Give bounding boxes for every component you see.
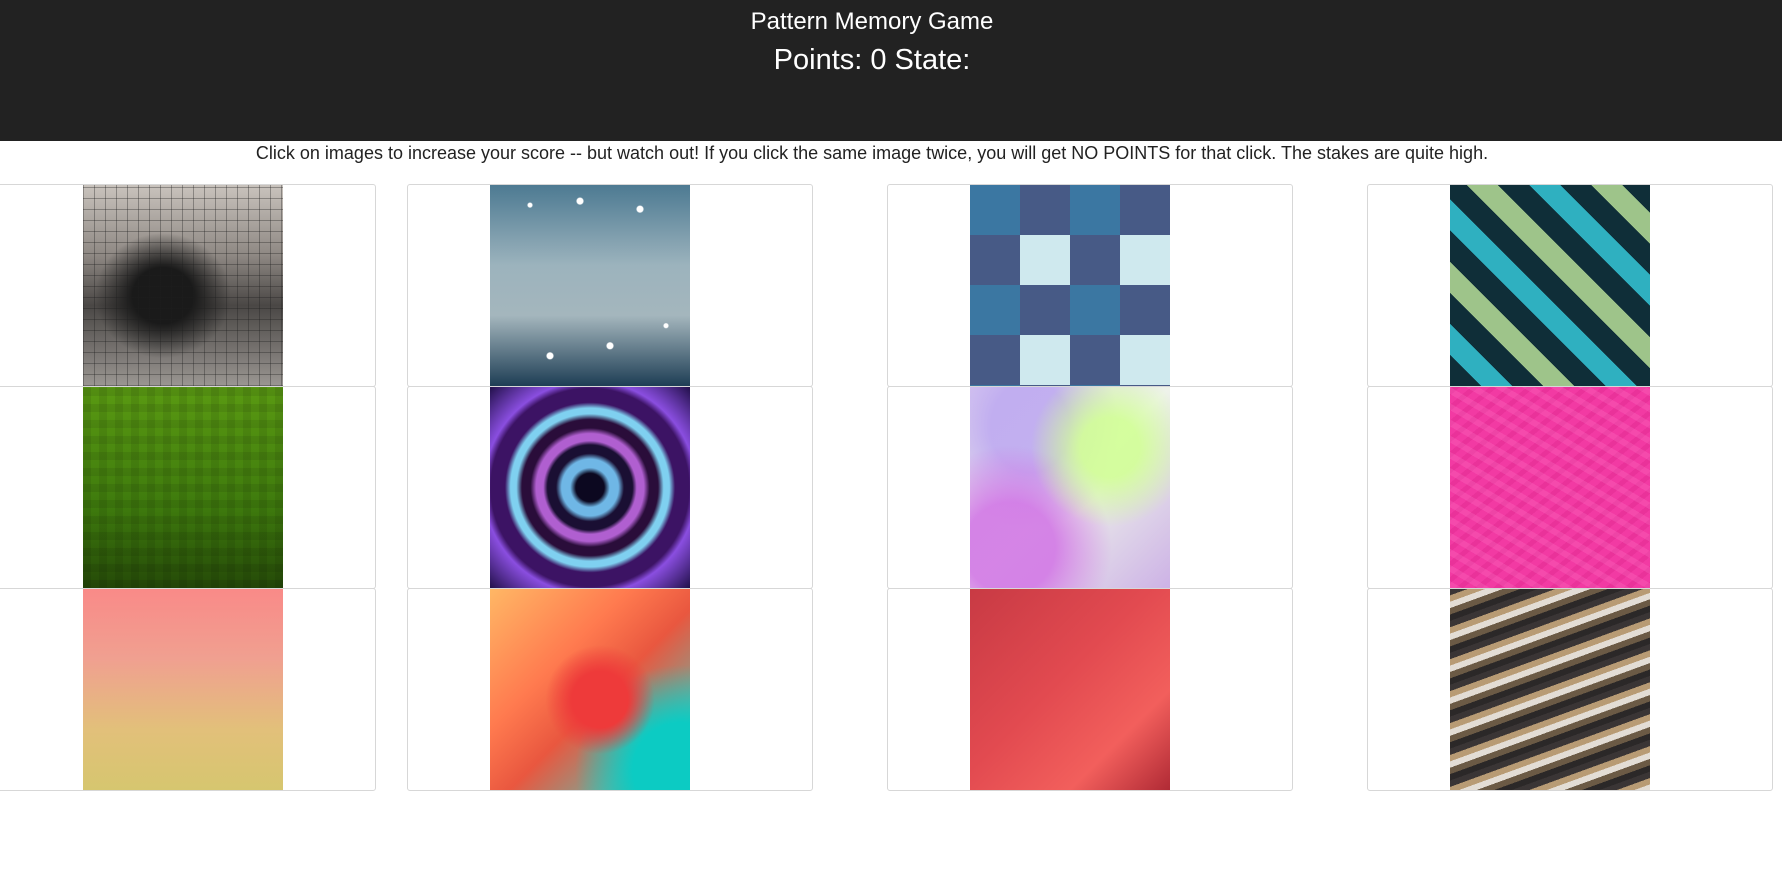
network-dots-pattern[interactable] [490,185,690,386]
game-header: Pattern Memory Game Points: 0 State: [0,0,1782,141]
image-card[interactable] [887,184,1293,387]
green-pixel-pattern[interactable] [83,387,283,588]
image-card[interactable] [407,588,813,791]
marble-stone-pattern[interactable] [1450,589,1650,790]
image-card[interactable] [0,386,376,589]
instructions-text: Click on images to increase your score -… [255,143,1489,163]
game-title: Pattern Memory Game [750,8,994,35]
image-card[interactable] [407,386,813,589]
diagonal-plaid-pattern[interactable] [1450,185,1650,386]
pink-texture-pattern[interactable] [1450,387,1650,588]
pastel-prism-pattern[interactable] [970,387,1170,588]
image-card[interactable] [1367,386,1773,589]
image-card[interactable] [0,184,376,387]
image-card[interactable] [887,588,1293,791]
denim-checker-pattern[interactable] [970,185,1170,386]
peach-polygon-pattern[interactable] [83,589,283,790]
image-card[interactable] [1367,184,1773,387]
red-polygon-pattern[interactable] [970,589,1170,790]
colorful-polygon-pattern[interactable] [490,589,690,790]
image-card[interactable] [407,184,813,387]
image-card[interactable] [1367,588,1773,791]
kaleidoscope-pattern[interactable] [490,387,690,588]
image-card[interactable] [887,386,1293,589]
cave-fractal-pattern[interactable] [83,185,283,386]
image-card[interactable] [0,588,376,791]
points-status: Points: 0 State: [773,44,971,76]
